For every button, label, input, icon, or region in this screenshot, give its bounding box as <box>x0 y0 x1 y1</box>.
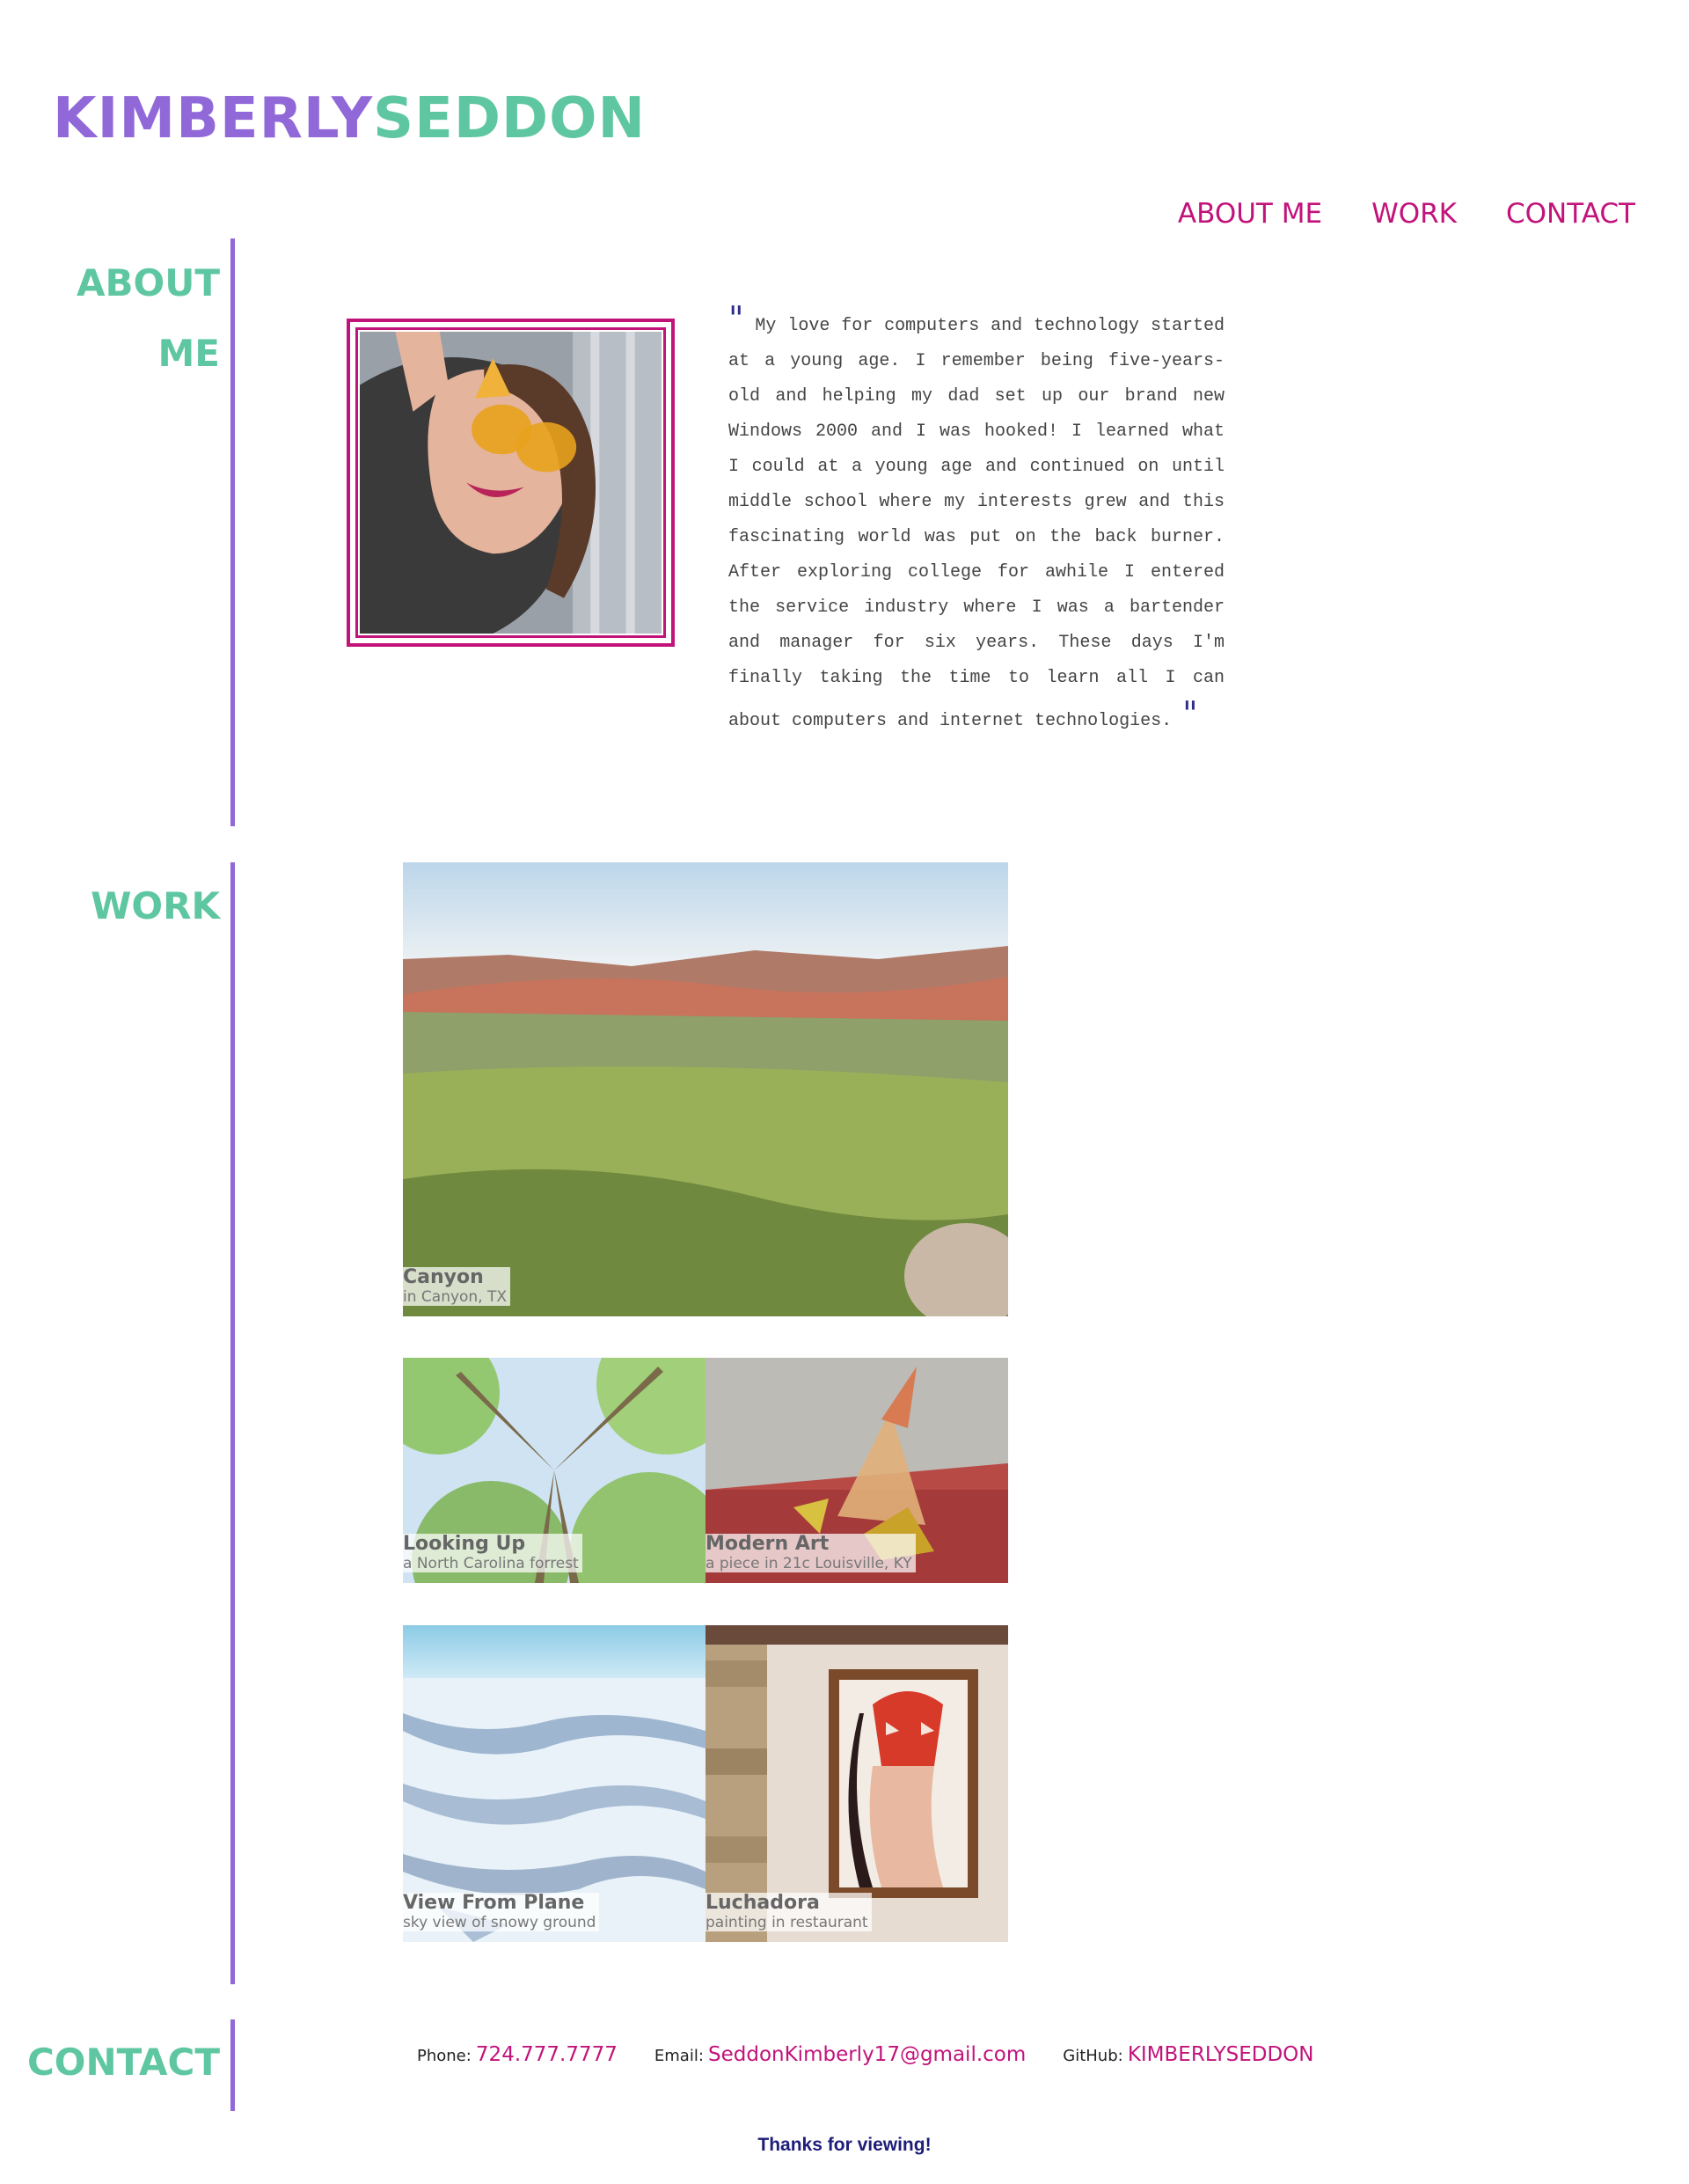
canyon-caption: Canyon in Canyon, TX <box>403 1266 511 1306</box>
close-quote-mark: " <box>1182 694 1198 733</box>
contact-phone: Phone: 724.777.7777 <box>417 2043 618 2066</box>
modern-art-title: Modern Art <box>706 1533 830 1555</box>
view-from-plane-caption: View From Plane sky view of snowy ground <box>403 1892 600 1931</box>
looking-up-subtitle: a North Carolina forrest <box>403 1555 579 1572</box>
site-logo[interactable]: KIMBERLYSEDDON <box>53 86 646 151</box>
luchadora-title: Luchadora <box>706 1892 820 1914</box>
work-tile-modern-art[interactable]: Modern Art a piece in 21c Louisville, KY <box>706 1358 1008 1583</box>
work-tile-looking-up[interactable]: Looking Up a North Carolina forrest <box>403 1358 706 1583</box>
about-quote: " My love for computers and technology s… <box>728 301 1225 739</box>
nav-work[interactable]: WORK <box>1371 198 1457 230</box>
about-label-line1: ABOUT <box>77 261 220 304</box>
nav-contact[interactable]: CONTACT <box>1506 198 1635 230</box>
luchadora-caption: Luchadora painting in restaurant <box>706 1893 872 1931</box>
canyon-subtitle: in Canyon, TX <box>403 1288 508 1306</box>
about-label-line2: ME <box>157 332 221 375</box>
logo-first-name: KIMBERLY <box>53 86 374 151</box>
github-link[interactable]: KIMBERLYSEDDON <box>1128 2043 1314 2066</box>
profile-photo <box>355 327 666 638</box>
contact-section-label: CONTACT <box>27 2027 220 2098</box>
phone-label: Phone: <box>417 2047 472 2065</box>
looking-up-caption: Looking Up a North Carolina forrest <box>403 1534 582 1572</box>
work-tile-canyon[interactable]: Canyon in Canyon, TX <box>403 862 1008 1316</box>
about-section-label: ABOUT ME <box>77 248 220 389</box>
phone-link[interactable]: 724.777.7777 <box>476 2043 618 2066</box>
contact-email: Email: SeddonKimberly17@gmail.com <box>654 2043 1026 2066</box>
contact-info: Phone: 724.777.7777 Email: SeddonKimberl… <box>417 2043 1313 2066</box>
contact-github: GitHub: KIMBERLYSEDDON <box>1063 2043 1313 2066</box>
contact-divider <box>230 2019 235 2111</box>
canyon-title: Canyon <box>403 1266 484 1288</box>
main-nav: ABOUT ME WORK CONTACT <box>1178 198 1635 230</box>
canyon-image <box>403 862 1008 1316</box>
view-from-plane-subtitle: sky view of snowy ground <box>403 1914 596 1931</box>
profile-photo-frame <box>347 319 675 647</box>
logo-last-name: SEDDON <box>373 86 647 151</box>
open-quote-mark: " <box>728 299 744 338</box>
footer-thanks: Thanks for viewing! <box>757 2135 932 2155</box>
modern-art-caption: Modern Art a piece in 21c Louisville, KY <box>706 1534 916 1572</box>
modern-art-subtitle: a piece in 21c Louisville, KY <box>706 1555 912 1572</box>
work-section-label: WORK <box>91 871 220 942</box>
github-label: GitHub: <box>1063 2047 1123 2065</box>
about-divider <box>230 238 235 826</box>
work-tile-view-from-plane[interactable]: View From Plane sky view of snowy ground <box>403 1625 706 1942</box>
luchadora-subtitle: painting in restaurant <box>706 1914 868 1931</box>
email-link[interactable]: SeddonKimberly17@gmail.com <box>708 2043 1026 2066</box>
work-label: WORK <box>91 884 220 927</box>
work-tile-luchadora[interactable]: Luchadora painting in restaurant <box>706 1625 1008 1942</box>
nav-about-me[interactable]: ABOUT ME <box>1178 198 1322 230</box>
looking-up-title: Looking Up <box>403 1533 526 1555</box>
view-from-plane-title: View From Plane <box>403 1892 585 1914</box>
work-divider <box>230 862 235 1984</box>
contact-label: CONTACT <box>26 2041 220 2084</box>
email-label: Email: <box>654 2047 704 2065</box>
about-text: My love for computers and technology sta… <box>728 316 1225 731</box>
